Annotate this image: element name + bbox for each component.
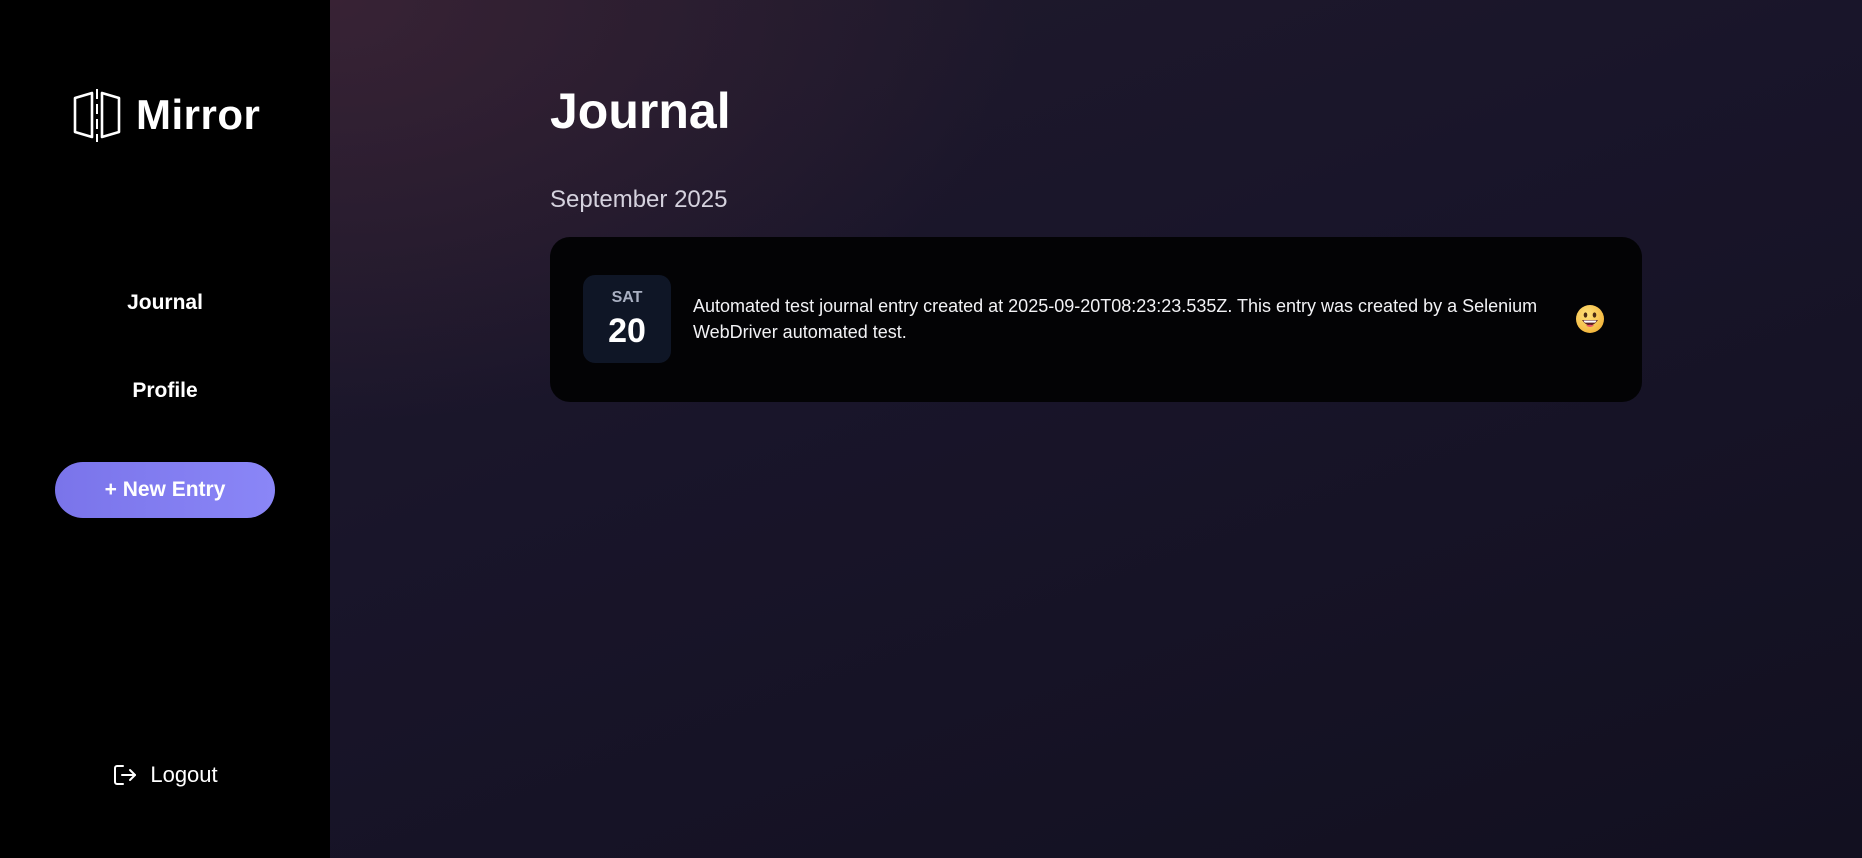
logout-label: Logout [150, 762, 218, 787]
nav-item-journal[interactable]: Journal [0, 291, 330, 315]
entry-weekday: SAT [611, 289, 643, 306]
month-heading: September 2025 [550, 186, 728, 213]
nav-item-profile[interactable]: Profile [0, 379, 330, 403]
brand-name: Mirror [136, 91, 261, 138]
brand-logo[interactable]: Mirror [72, 88, 260, 142]
date-badge: SAT 20 [583, 275, 671, 363]
mirror-icon [72, 88, 122, 142]
grinning-face-icon [1575, 304, 1605, 334]
new-entry-button[interactable]: + New Entry [55, 462, 275, 518]
page-title: Journal [550, 83, 731, 139]
logout-icon [112, 763, 138, 787]
entry-day: 20 [608, 312, 646, 350]
entry-text: Automated test journal entry created at … [693, 296, 1538, 342]
main-content: Journal September 2025 SAT 20 Automated … [330, 0, 1862, 858]
logout-button[interactable]: Logout [0, 762, 330, 788]
new-entry-label: + New Entry [104, 478, 226, 501]
sidebar: Mirror Journal Profile + New Entry Logou… [0, 0, 330, 858]
journal-entry-card[interactable]: SAT 20 Automated test journal entry crea… [550, 237, 1642, 402]
